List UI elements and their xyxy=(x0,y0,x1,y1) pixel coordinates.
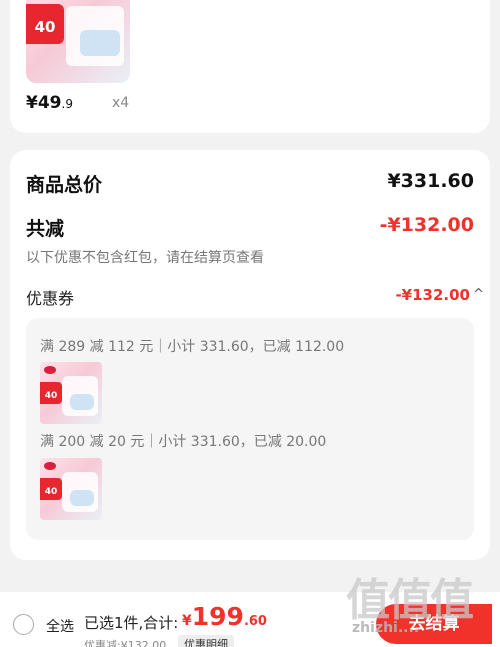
coupon-rule-1: 满 289 减 112 元｜小计 331.60，已减 112.00 xyxy=(40,339,345,355)
total-value: ¥331.60 xyxy=(387,170,474,192)
promo-tag: 40 xyxy=(26,4,64,44)
brand-logo-icon xyxy=(44,366,56,374)
select-all-label[interactable]: 全选 xyxy=(46,616,74,636)
item-quantity: x4 xyxy=(112,95,130,111)
promo-tag: 40 xyxy=(40,478,62,500)
total-price: ¥199.60 xyxy=(182,602,267,631)
reduce-label: 共减 xyxy=(26,218,65,240)
coupon-rule-2: 满 200 减 20 元｜小计 331.60，已减 20.00 xyxy=(40,434,327,450)
coupon-product-thumbnail[interactable]: 40 xyxy=(40,362,102,424)
total-int: 199 xyxy=(191,602,244,631)
product-thumbnail[interactable]: 40 xyxy=(26,0,130,83)
discount-amount: 优惠减:¥132.00 xyxy=(84,639,167,647)
product-pack-image xyxy=(80,30,120,56)
selected-summary: 已选1件,合计: xyxy=(84,614,179,632)
product-pack-image xyxy=(70,394,94,410)
total-label: 商品总价 xyxy=(26,174,103,196)
chevron-up-icon[interactable]: ^ xyxy=(473,287,484,302)
product-pack-image xyxy=(70,490,94,506)
reduce-value: -¥132.00 xyxy=(379,214,474,236)
total-dec: .60 xyxy=(243,614,267,629)
watermark-url: zhizhi.... xyxy=(352,620,420,636)
discount-note: 以下优惠不包含红包，请在结算页查看 xyxy=(26,250,264,266)
item-price-dec: .9 xyxy=(61,97,73,111)
watermark-logo: 值值值 xyxy=(346,575,474,626)
discount-detail-button[interactable]: 优惠明细 xyxy=(178,635,234,647)
coupon-product-thumbnail[interactable]: 40 xyxy=(40,458,102,520)
promo-tag: 40 xyxy=(40,382,62,404)
select-all-radio[interactable] xyxy=(13,614,34,635)
total-currency: ¥ xyxy=(182,613,192,629)
coupon-value[interactable]: -¥132.00 xyxy=(395,286,470,304)
brand-logo-icon xyxy=(44,462,56,470)
coupon-details: 满 289 减 112 元｜小计 331.60，已减 112.00 40 满 2… xyxy=(26,318,474,540)
item-price: ¥49.9 xyxy=(26,93,73,113)
item-price-int: ¥49 xyxy=(26,93,62,113)
cart-item-card: 40 ¥49.9 x4 xyxy=(10,0,490,133)
coupon-label[interactable]: 优惠券 xyxy=(26,285,74,309)
price-summary-card: 商品总价 ¥331.60 共减 -¥132.00 以下优惠不包含红包，请在结算页… xyxy=(10,150,490,560)
